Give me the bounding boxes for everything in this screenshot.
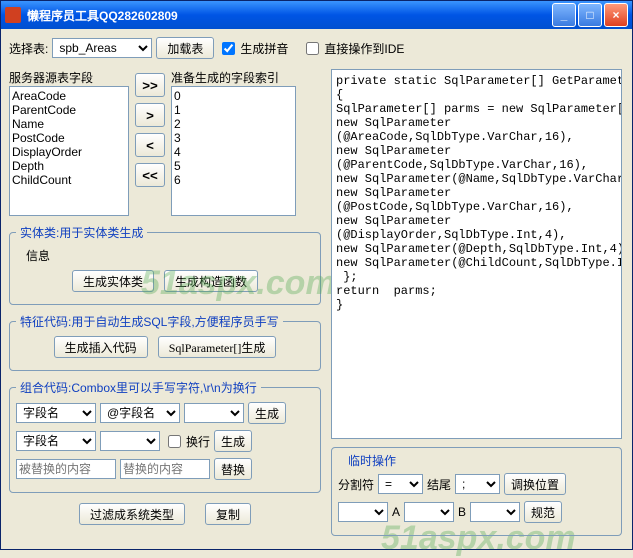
list-item[interactable]: 6 xyxy=(174,173,293,187)
list-item[interactable]: 4 xyxy=(174,145,293,159)
app-icon xyxy=(5,7,21,23)
source-fields-label: 服务器源表字段 xyxy=(9,69,129,86)
feature-code-group: 特征代码:用于自动生成SQL字段,方便程序员手写 生成插入代码 SqlParam… xyxy=(9,313,321,371)
swap-pos-button[interactable]: 调换位置 xyxy=(504,473,566,495)
index-list[interactable]: 0123456 xyxy=(171,86,296,216)
list-item[interactable]: 3 xyxy=(174,131,293,145)
copy-button[interactable]: 复制 xyxy=(205,503,251,525)
move-left-button[interactable]: < xyxy=(135,133,165,157)
a-select-1[interactable] xyxy=(338,502,388,522)
end-select[interactable]: ; xyxy=(455,474,500,494)
list-item[interactable]: PostCode xyxy=(12,131,126,145)
gen-entity-button[interactable]: 生成实体类 xyxy=(72,270,154,292)
move-all-left-button[interactable]: << xyxy=(135,163,165,187)
list-item[interactable]: DisplayOrder xyxy=(12,145,126,159)
entity-group: 实体类:用于实体类生成 信息 生成实体类 生成构造函数 xyxy=(9,224,321,305)
replace-input[interactable] xyxy=(120,459,210,479)
minimize-button[interactable]: _ xyxy=(552,3,576,27)
select-table-label: 选择表: xyxy=(9,40,48,57)
list-item[interactable]: ChildCount xyxy=(12,173,126,187)
gen-combo-button[interactable]: 生成 xyxy=(248,402,286,424)
info-label: 信息 xyxy=(16,247,314,264)
gen-ctor-button[interactable]: 生成构造函数 xyxy=(164,270,258,292)
extra-select-1[interactable] xyxy=(184,403,244,423)
list-item[interactable]: 0 xyxy=(174,89,293,103)
list-item[interactable]: Depth xyxy=(12,159,126,173)
filter-systype-button[interactable]: 过滤成系统类型 xyxy=(79,503,185,525)
at-field-select[interactable]: @字段名 xyxy=(100,403,180,423)
list-item[interactable]: AreaCode xyxy=(12,89,126,103)
pinyin-checkbox[interactable] xyxy=(222,42,235,55)
load-table-button[interactable]: 加载表 xyxy=(156,37,214,59)
field-select-2[interactable]: 字段名 xyxy=(16,431,96,451)
close-button[interactable]: × xyxy=(604,3,628,27)
temp-op-group: 临时操作 分割符 = 结尾 ; 调换位置 A B 规范 xyxy=(331,447,622,536)
replaced-input[interactable] xyxy=(16,459,116,479)
code-output[interactable]: private static SqlParameter[] GetParamet… xyxy=(331,69,622,439)
direct-ide-checkbox[interactable] xyxy=(306,42,319,55)
window-title: 懒程序员工具QQ282602809 xyxy=(27,7,178,24)
combo-code-group: 组合代码:Combox里可以手写字符,\r\n为换行 字段名 @字段名 生成 字… xyxy=(9,379,321,493)
b-select-1[interactable] xyxy=(404,502,454,522)
move-right-button[interactable]: > xyxy=(135,103,165,127)
norm-button[interactable]: 规范 xyxy=(524,501,562,523)
swap-checkbox[interactable] xyxy=(168,435,181,448)
list-item[interactable]: ParentCode xyxy=(12,103,126,117)
list-item[interactable]: Name xyxy=(12,117,126,131)
gen-combo-button-2[interactable]: 生成 xyxy=(214,430,252,452)
extra-select-2[interactable] xyxy=(100,431,160,451)
index-label: 准备生成的字段索引 xyxy=(171,69,296,86)
extra-select-3[interactable] xyxy=(470,502,520,522)
gen-sqlparam-button[interactable]: SqlParameter[]生成 xyxy=(158,336,277,358)
maximize-button[interactable]: □ xyxy=(578,3,602,27)
move-all-right-button[interactable]: >> xyxy=(135,73,165,97)
field-select-1[interactable]: 字段名 xyxy=(16,403,96,423)
table-select[interactable]: spb_Areas xyxy=(52,38,152,58)
split-select[interactable]: = xyxy=(378,474,423,494)
list-item[interactable]: 1 xyxy=(174,103,293,117)
replace-button[interactable]: 替换 xyxy=(214,458,252,480)
list-item[interactable]: 2 xyxy=(174,117,293,131)
source-fields-list[interactable]: AreaCodeParentCodeNamePostCodeDisplayOrd… xyxy=(9,86,129,216)
gen-insert-button[interactable]: 生成插入代码 xyxy=(54,336,148,358)
list-item[interactable]: 5 xyxy=(174,159,293,173)
